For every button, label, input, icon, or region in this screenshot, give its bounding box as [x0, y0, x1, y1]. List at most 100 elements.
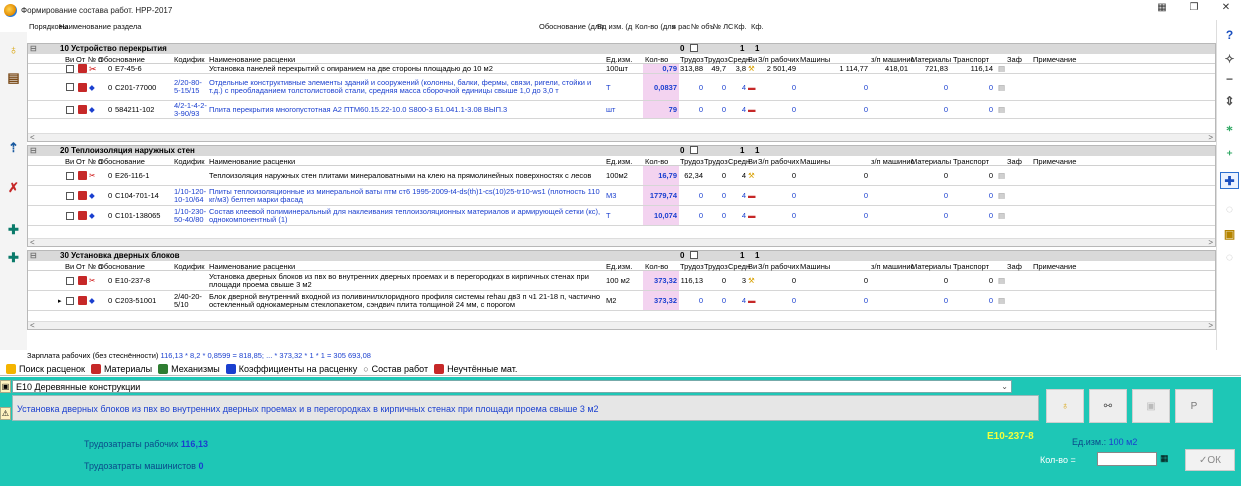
section-30: ⊟ 30 Установка дверных блоков 0 1 1 Ви О… — [27, 250, 1216, 330]
quantity-label: Кол-во = — [1040, 455, 1076, 465]
section-title: 30 Установка дверных блоков — [60, 251, 180, 260]
col-header[interactable]: в рас — [672, 22, 690, 31]
section-header[interactable]: ⊟ 30 Установка дверных блоков 0 1 1 — [28, 251, 1215, 261]
pin-icon[interactable]: ✧ — [1220, 50, 1239, 67]
diamond-icon: ◆ — [89, 211, 95, 220]
section-title: 20 Теплоизоляция наружных стен — [60, 146, 195, 155]
row-checkbox[interactable] — [66, 296, 74, 305]
horizontal-scrollbar[interactable]: < > — [28, 133, 1215, 142]
chevron-down-icon[interactable]: ⌄ — [1001, 382, 1008, 391]
section-header[interactable]: ⊟ 10 Устройство перекрытия 0 1 1 — [28, 44, 1215, 54]
col-header[interactable]: Кол-во (для — [635, 22, 676, 31]
table-row[interactable]: ◆ 0 584211-102 4/2-1-4-2-3-90/93 Плита п… — [28, 101, 1215, 119]
diamond-icon: ◆ — [89, 191, 95, 200]
export-icon[interactable]: ▣ — [1220, 225, 1239, 242]
minus-icon[interactable]: − — [1220, 70, 1239, 87]
col-header[interactable]: Наименование раздела — [59, 22, 141, 31]
building-icon — [78, 105, 87, 114]
row-checkbox[interactable] — [66, 276, 74, 285]
add-section-icon[interactable]: ✚ — [5, 222, 22, 237]
col-header[interactable]: Кф. — [751, 22, 764, 31]
help-icon[interactable]: ? — [1220, 26, 1239, 43]
salary-summary: Зарплата рабочих (без стеснённости) 116,… — [27, 351, 371, 360]
brick-icon[interactable]: ▤ — [5, 70, 22, 85]
collapse-icon[interactable]: ⁎ — [1220, 118, 1239, 135]
delete-section-icon[interactable]: ✗ — [5, 180, 22, 195]
col-header[interactable]: № объ — [691, 22, 714, 31]
tab-materials[interactable]: Материалы — [90, 363, 152, 374]
building-icon — [78, 276, 87, 285]
work-icon: ✂ — [89, 276, 96, 285]
tab-work-composition[interactable]: ○ Состав работ — [363, 364, 428, 374]
note-icon: ▤ — [998, 296, 1006, 305]
note-icon: ▤ — [998, 105, 1006, 114]
ok-button[interactable]: ✓ ОК — [1185, 449, 1235, 471]
diamond-icon: ◆ — [89, 296, 95, 305]
horizontal-scrollbar[interactable]: < > — [28, 238, 1215, 247]
tile-icon[interactable]: ▦ — [1153, 2, 1171, 13]
section-checkbox[interactable] — [690, 251, 698, 259]
folder-icon[interactable]: ▣ — [0, 380, 11, 393]
unaccounted-icon — [434, 363, 445, 374]
row-checkbox[interactable] — [66, 83, 74, 91]
move-up-icon[interactable]: ⇡ — [5, 140, 22, 155]
note-icon: ▤ — [998, 211, 1006, 220]
add-hpp-icon[interactable]: ✚ — [1220, 172, 1239, 189]
calculator-icon[interactable]: ▦ — [1160, 453, 1170, 465]
diamond-icon: ◆ — [89, 105, 95, 114]
section-10: ⊟ 10 Устройство перекрытия 0 1 1 Ви От №… — [27, 43, 1216, 142]
add-row-icon[interactable]: ✚ — [5, 250, 22, 265]
table-row[interactable]: ◆ 0 С101-138065 1/10-230-50-40/80 Состав… — [28, 206, 1215, 226]
bulb-button[interactable]: ♁ — [1046, 389, 1084, 423]
warning-icon[interactable]: ⚠ — [0, 407, 11, 420]
grid-header: Ви От № п Обоснование Кодифик Наименован… — [28, 156, 1215, 166]
move-updown-icon[interactable]: ⇕ — [1220, 92, 1239, 109]
section-header[interactable]: ⊟ 20 Теплоизоляция наружных стен 0 1 1 — [28, 146, 1215, 156]
section-checkbox[interactable] — [690, 44, 698, 52]
section-checkbox[interactable] — [690, 146, 698, 154]
brick-icon: ▬ — [748, 296, 756, 305]
disabled-button: ▣ — [1132, 389, 1170, 423]
table-row[interactable]: ✂ 0 Е10-237-8 Установка дверных блоков и… — [28, 271, 1215, 291]
binoculars-button[interactable]: ⚯ — [1089, 389, 1127, 423]
table-row[interactable]: ✂ 0 Е7-45-6 Установка панелей перекрытий… — [28, 64, 1215, 74]
work-icon: ✂ — [89, 171, 96, 180]
row-pointer-icon: ▸ — [58, 297, 62, 305]
restore-icon[interactable]: ❐ — [1185, 2, 1203, 13]
col-header[interactable]: Кф. — [734, 22, 747, 31]
tab-mechanisms[interactable]: Механизмы — [158, 363, 220, 374]
row-checkbox[interactable] — [66, 211, 74, 220]
table-row[interactable]: ✂ 0 Е26-116-1 Теплоизоляция наружных сте… — [28, 166, 1215, 186]
window-title: Формирование состава работ. НРР-2017 — [21, 5, 173, 15]
title-bar: Формирование состава работ. НРР-2017 ▦ ❐… — [0, 0, 1241, 20]
building-icon — [78, 191, 87, 200]
row-checkbox[interactable] — [66, 64, 74, 73]
p-button[interactable]: Р — [1175, 389, 1213, 423]
table-row[interactable]: ◆ 0 С104-701-14 1/10-120-10-10/64 Плиты … — [28, 186, 1215, 206]
tab-search-rates[interactable]: Поиск расценок — [6, 363, 85, 374]
bulb-icon[interactable]: ♁ — [5, 42, 22, 57]
col-header[interactable]: Ед изм. (д — [597, 22, 632, 31]
bottom-tabs: Поиск расценок Материалы Механизмы Коэфф… — [0, 362, 1241, 376]
note-icon: ▤ — [998, 171, 1006, 180]
horizontal-scrollbar[interactable]: < > — [28, 321, 1215, 330]
unit-display: Ед.изм.: 100 м2 — [1072, 437, 1138, 447]
row-checkbox[interactable] — [66, 105, 74, 114]
mechanisms-icon — [158, 363, 169, 374]
col-header[interactable]: № ЛС — [713, 22, 733, 31]
row-checkbox[interactable] — [66, 191, 74, 200]
tab-unaccounted[interactable]: Неучтённые мат. — [434, 363, 517, 374]
close-icon[interactable]: ✕ — [1217, 2, 1235, 13]
table-row[interactable]: ▸ ◆ 0 С203-51001 2/40-20-5/10 Блок дверн… — [28, 291, 1215, 311]
hammer-icon: ⚒ — [748, 64, 755, 73]
brick-icon: ▬ — [748, 105, 756, 114]
col-header[interactable]: Обоснование (для — [539, 22, 603, 31]
table-row[interactable]: ◆ 0 С201-77000 2/20-80-5-15/15 Отдельные… — [28, 74, 1215, 101]
add-material-icon[interactable]: ⁺ — [1220, 146, 1239, 163]
grid-header: Ви От № п Обоснование Кодифик Наименован… — [28, 54, 1215, 64]
tab-coefficients[interactable]: Коэффициенты на расценку — [225, 363, 357, 374]
row-checkbox[interactable] — [66, 171, 74, 180]
quantity-input[interactable] — [1097, 452, 1157, 466]
building-icon — [78, 64, 87, 73]
category-select[interactable]: Е10 Деревянные конструкции ⌄ — [12, 380, 1012, 393]
